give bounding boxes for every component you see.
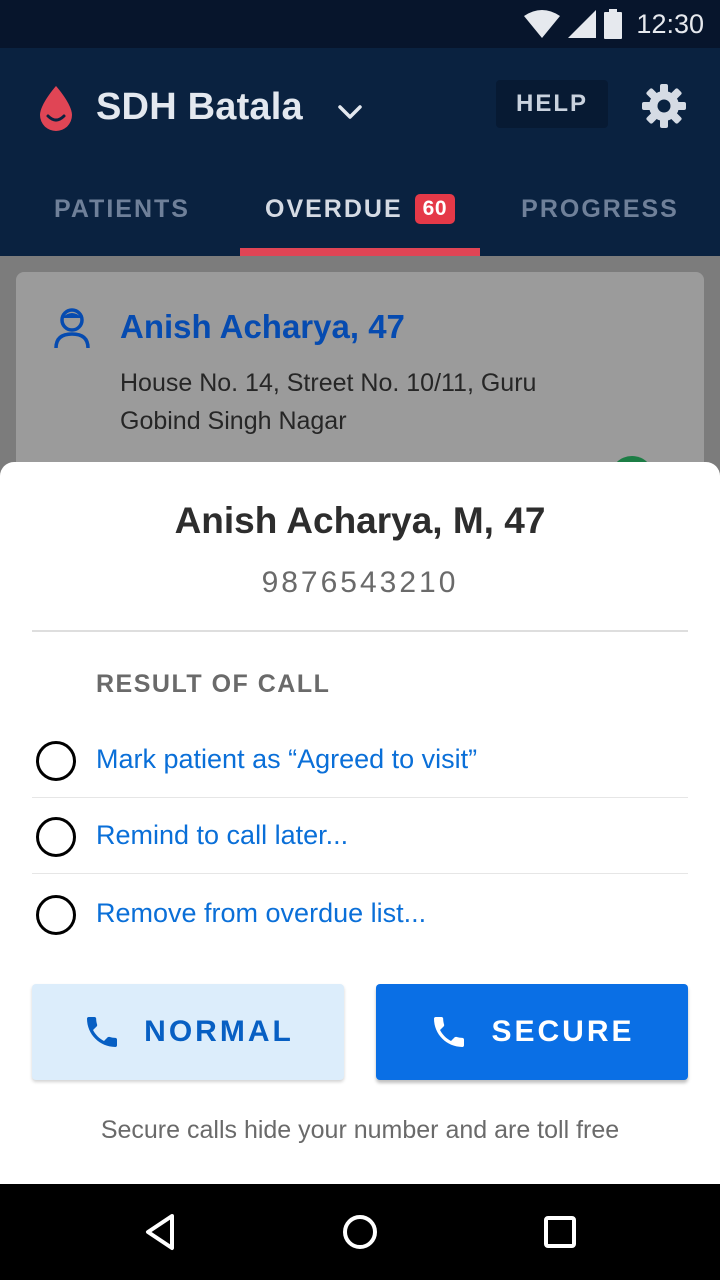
gear-icon[interactable] <box>640 82 688 130</box>
phone-icon <box>87 1017 118 1047</box>
home-icon[interactable] <box>328 1200 392 1264</box>
card-patient-name: Anish Acharya, 47 <box>120 308 405 345</box>
facility-title[interactable]: SDH Batala <box>96 86 303 129</box>
secure-call-button[interactable]: SECURE <box>376 984 688 1080</box>
status-time: 12:30 <box>636 8 704 39</box>
blood-drop-logo-icon <box>40 86 72 131</box>
card-patient-address: House No. 14, Street No. 10/11, Guru Gob… <box>120 369 537 435</box>
sheet-patient-name: Anish Acharya, M, 47 <box>174 500 546 541</box>
radio-circle-icon <box>36 895 76 935</box>
normal-call-button[interactable]: NORMAL <box>32 984 344 1080</box>
option-agreed-to-visit[interactable]: Mark patient as “Agreed to visit” <box>32 722 688 798</box>
status-bar: 12:30 <box>0 0 720 48</box>
system-nav-bar <box>0 1184 720 1280</box>
status-icons: 12:30 <box>524 8 704 40</box>
chevron-down-icon[interactable] <box>334 96 366 128</box>
patient-avatar-icon <box>54 308 90 349</box>
tab-patients-label: PATIENTS <box>54 194 190 223</box>
overdue-count-badge: 60 <box>414 194 455 224</box>
sheet-phone-number: 9876543210 <box>261 566 459 599</box>
tab-overdue-label: OVERDUE <box>265 194 403 223</box>
option-label: Remove from overdue list... <box>96 898 427 928</box>
active-tab-indicator <box>240 248 480 256</box>
back-icon[interactable] <box>128 1200 192 1264</box>
tab-overdue[interactable]: OVERDUE 60 <box>240 176 480 242</box>
cell-signal-icon <box>568 10 597 38</box>
phone-icon <box>434 1017 465 1047</box>
recents-icon[interactable] <box>528 1200 592 1264</box>
option-label: Mark patient as “Agreed to visit” <box>96 744 478 774</box>
wifi-icon <box>524 10 561 38</box>
option-label: Remind to call later... <box>96 820 349 850</box>
help-button[interactable]: HELP <box>496 80 608 128</box>
tab-progress[interactable]: PROGRESS <box>512 176 688 242</box>
divider <box>32 873 688 874</box>
tab-patients[interactable]: PATIENTS <box>32 176 212 242</box>
normal-call-label: NORMAL <box>144 1015 294 1048</box>
tab-progress-label: PROGRESS <box>521 194 679 223</box>
divider <box>32 630 688 632</box>
option-remove-from-list[interactable]: Remove from overdue list... <box>32 876 688 952</box>
section-title: RESULT OF CALL <box>96 670 331 698</box>
battery-icon <box>604 9 623 39</box>
secure-call-label: SECURE <box>491 1015 635 1048</box>
option-remind-later[interactable]: Remind to call later... <box>32 798 688 874</box>
secure-call-footnote: Secure calls hide your number and are to… <box>100 1116 620 1144</box>
radio-circle-icon <box>36 741 76 781</box>
radio-circle-icon <box>36 817 76 857</box>
